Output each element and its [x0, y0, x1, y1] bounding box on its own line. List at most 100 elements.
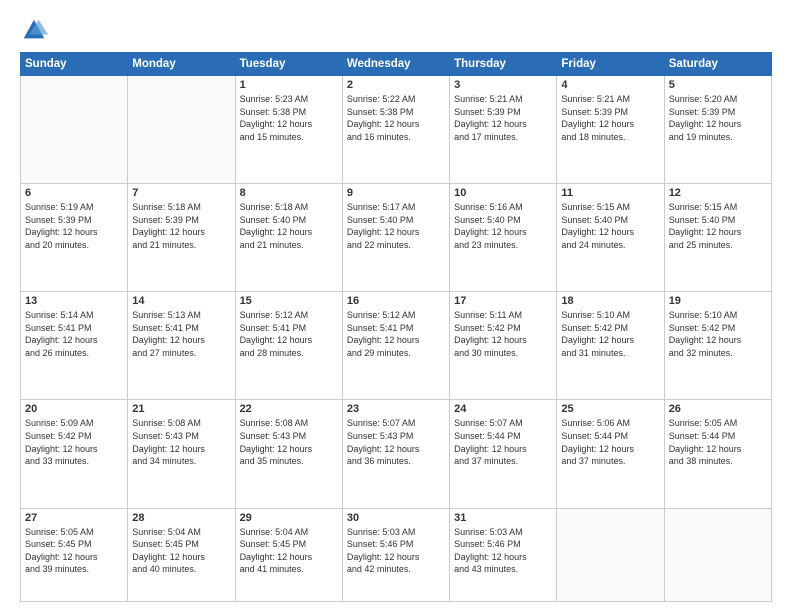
day-info: Sunrise: 5:21 AM Sunset: 5:39 PM Dayligh… [454, 93, 552, 143]
header-day-friday: Friday [557, 53, 664, 76]
day-number: 11 [561, 187, 659, 199]
day-info: Sunrise: 5:06 AM Sunset: 5:44 PM Dayligh… [561, 417, 659, 467]
cell-w3-d3: 15Sunrise: 5:12 AM Sunset: 5:41 PM Dayli… [235, 292, 342, 400]
logo-icon [20, 16, 48, 44]
cell-w4-d4: 23 Sunrise: 5:07 AM Sunset: 5:43 PM Dayli… [342, 400, 449, 508]
day-number: 18 [561, 295, 659, 307]
day-info: Sunrise: 5:10 AM Sunset: 5:42 PM Dayligh… [669, 309, 767, 359]
day-number: 9 [347, 187, 445, 199]
day-number: 3 [454, 79, 552, 91]
cell-w2-d3: 8Sunrise: 5:18 AM Sunset: 5:40 PM Daylig… [235, 184, 342, 292]
cell-w5-d3: 29Sunrise: 5:04 AM Sunset: 5:45 PM Dayli… [235, 508, 342, 601]
cell-w1-d5: 3 Sunrise: 5:21 AM Sunset: 5:39 PM Daylig… [450, 76, 557, 184]
cell-w4-d6: 25 Sunrise: 5:06 AM Sunset: 5:44 PM Dayli… [557, 400, 664, 508]
day-info: Sunrise: 5:03 AM Sunset: 5:46 PM Dayligh… [347, 526, 445, 576]
cell-w5-d1: 27 Sunrise: 5:05 AM Sunset: 5:45 PM Dayli… [21, 508, 128, 601]
day-info: Sunrise: 5:08 AM Sunset: 5:43 PM Dayligh… [240, 417, 338, 467]
week-row-3: 13Sunrise: 5:14 AM Sunset: 5:41 PM Dayli… [21, 292, 772, 400]
cell-w5-d2: 28 Sunrise: 5:04 AM Sunset: 5:45 PM Dayli… [128, 508, 235, 601]
day-number: 14 [132, 295, 230, 307]
header-day-wednesday: Wednesday [342, 53, 449, 76]
header-day-saturday: Saturday [664, 53, 771, 76]
cell-w3-d6: 18 Sunrise: 5:10 AM Sunset: 5:42 PM Dayli… [557, 292, 664, 400]
calendar-table: SundayMondayTuesdayWednesdayThursdayFrid… [20, 52, 772, 602]
day-info: Sunrise: 5:22 AM Sunset: 5:38 PM Dayligh… [347, 93, 445, 143]
day-number: 28 [132, 512, 230, 524]
day-info: Sunrise: 5:13 AM Sunset: 5:41 PM Dayligh… [132, 309, 230, 359]
cell-w1-d2 [128, 76, 235, 184]
logo [20, 16, 52, 44]
day-info: Sunrise: 5:04 AM Sunset: 5:45 PM Dayligh… [132, 526, 230, 576]
cell-w3-d5: 17 Sunrise: 5:11 AM Sunset: 5:42 PM Dayli… [450, 292, 557, 400]
cell-w2-d7: 12 Sunrise: 5:15 AM Sunset: 5:40 PM Dayli… [664, 184, 771, 292]
cell-w3-d7: 19 Sunrise: 5:10 AM Sunset: 5:42 PM Dayli… [664, 292, 771, 400]
day-info: Sunrise: 5:15 AM Sunset: 5:40 PM Dayligh… [669, 201, 767, 251]
cell-w5-d7 [664, 508, 771, 601]
cell-w1-d1 [21, 76, 128, 184]
day-number: 8 [240, 187, 338, 199]
header-day-tuesday: Tuesday [235, 53, 342, 76]
cell-w2-d5: 10Sunrise: 5:16 AM Sunset: 5:40 PM Dayli… [450, 184, 557, 292]
week-row-4: 20 Sunrise: 5:09 AM Sunset: 5:42 PM Dayli… [21, 400, 772, 508]
day-number: 25 [561, 403, 659, 415]
day-info: Sunrise: 5:03 AM Sunset: 5:46 PM Dayligh… [454, 526, 552, 576]
cell-w1-d7: 5Sunrise: 5:20 AM Sunset: 5:39 PM Daylig… [664, 76, 771, 184]
cell-w1-d3: 1Sunrise: 5:23 AM Sunset: 5:38 PM Daylig… [235, 76, 342, 184]
cell-w3-d1: 13Sunrise: 5:14 AM Sunset: 5:41 PM Dayli… [21, 292, 128, 400]
day-number: 6 [25, 187, 123, 199]
header-day-thursday: Thursday [450, 53, 557, 76]
day-info: Sunrise: 5:23 AM Sunset: 5:38 PM Dayligh… [240, 93, 338, 143]
day-number: 20 [25, 403, 123, 415]
day-number: 30 [347, 512, 445, 524]
day-info: Sunrise: 5:10 AM Sunset: 5:42 PM Dayligh… [561, 309, 659, 359]
day-number: 17 [454, 295, 552, 307]
day-number: 2 [347, 79, 445, 91]
calendar-body: 1Sunrise: 5:23 AM Sunset: 5:38 PM Daylig… [21, 76, 772, 602]
day-info: Sunrise: 5:05 AM Sunset: 5:44 PM Dayligh… [669, 417, 767, 467]
header-day-monday: Monday [128, 53, 235, 76]
day-info: Sunrise: 5:12 AM Sunset: 5:41 PM Dayligh… [240, 309, 338, 359]
week-row-2: 6 Sunrise: 5:19 AM Sunset: 5:39 PM Daylig… [21, 184, 772, 292]
day-number: 19 [669, 295, 767, 307]
day-number: 12 [669, 187, 767, 199]
day-info: Sunrise: 5:18 AM Sunset: 5:39 PM Dayligh… [132, 201, 230, 251]
day-info: Sunrise: 5:07 AM Sunset: 5:43 PM Dayligh… [347, 417, 445, 467]
day-info: Sunrise: 5:05 AM Sunset: 5:45 PM Dayligh… [25, 526, 123, 576]
cell-w2-d4: 9 Sunrise: 5:17 AM Sunset: 5:40 PM Daylig… [342, 184, 449, 292]
day-info: Sunrise: 5:17 AM Sunset: 5:40 PM Dayligh… [347, 201, 445, 251]
day-info: Sunrise: 5:08 AM Sunset: 5:43 PM Dayligh… [132, 417, 230, 467]
header [20, 16, 772, 44]
cell-w1-d6: 4 Sunrise: 5:21 AM Sunset: 5:39 PM Daylig… [557, 76, 664, 184]
day-info: Sunrise: 5:15 AM Sunset: 5:40 PM Dayligh… [561, 201, 659, 251]
calendar-header: SundayMondayTuesdayWednesdayThursdayFrid… [21, 53, 772, 76]
day-info: Sunrise: 5:14 AM Sunset: 5:41 PM Dayligh… [25, 309, 123, 359]
day-number: 23 [347, 403, 445, 415]
cell-w4-d2: 21Sunrise: 5:08 AM Sunset: 5:43 PM Dayli… [128, 400, 235, 508]
cell-w2-d2: 7Sunrise: 5:18 AM Sunset: 5:39 PM Daylig… [128, 184, 235, 292]
day-number: 22 [240, 403, 338, 415]
day-info: Sunrise: 5:04 AM Sunset: 5:45 PM Dayligh… [240, 526, 338, 576]
page: SundayMondayTuesdayWednesdayThursdayFrid… [0, 0, 792, 612]
header-day-sunday: Sunday [21, 53, 128, 76]
cell-w4-d1: 20 Sunrise: 5:09 AM Sunset: 5:42 PM Dayli… [21, 400, 128, 508]
day-info: Sunrise: 5:11 AM Sunset: 5:42 PM Dayligh… [454, 309, 552, 359]
day-number: 16 [347, 295, 445, 307]
cell-w4-d7: 26 Sunrise: 5:05 AM Sunset: 5:44 PM Dayli… [664, 400, 771, 508]
day-info: Sunrise: 5:12 AM Sunset: 5:41 PM Dayligh… [347, 309, 445, 359]
day-info: Sunrise: 5:09 AM Sunset: 5:42 PM Dayligh… [25, 417, 123, 467]
day-number: 4 [561, 79, 659, 91]
cell-w2-d1: 6 Sunrise: 5:19 AM Sunset: 5:39 PM Daylig… [21, 184, 128, 292]
day-info: Sunrise: 5:19 AM Sunset: 5:39 PM Dayligh… [25, 201, 123, 251]
week-row-1: 1Sunrise: 5:23 AM Sunset: 5:38 PM Daylig… [21, 76, 772, 184]
cell-w4-d3: 22 Sunrise: 5:08 AM Sunset: 5:43 PM Dayli… [235, 400, 342, 508]
cell-w5-d5: 31 Sunrise: 5:03 AM Sunset: 5:46 PM Dayli… [450, 508, 557, 601]
day-number: 31 [454, 512, 552, 524]
day-number: 24 [454, 403, 552, 415]
cell-w1-d4: 2 Sunrise: 5:22 AM Sunset: 5:38 PM Daylig… [342, 76, 449, 184]
day-number: 27 [25, 512, 123, 524]
day-number: 26 [669, 403, 767, 415]
day-info: Sunrise: 5:21 AM Sunset: 5:39 PM Dayligh… [561, 93, 659, 143]
cell-w4-d5: 24Sunrise: 5:07 AM Sunset: 5:44 PM Dayli… [450, 400, 557, 508]
day-number: 5 [669, 79, 767, 91]
day-info: Sunrise: 5:16 AM Sunset: 5:40 PM Dayligh… [454, 201, 552, 251]
